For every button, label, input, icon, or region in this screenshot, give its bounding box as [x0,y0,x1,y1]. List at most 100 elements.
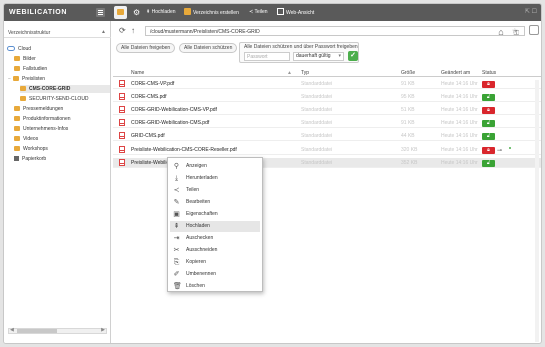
window-controls-icon[interactable]: ⇱ ☐ [525,8,537,15]
pdf-icon [119,132,125,139]
tree-header: Verzeichnisstruktur ▲ [4,27,111,38]
tree-item-workshops[interactable]: Workshops [14,145,48,153]
bookmark-button[interactable] [114,6,127,19]
col-date[interactable]: Geändert am [441,70,470,76]
tree-item-produktinformationen[interactable]: Produktinformationen [14,115,71,123]
lock-closed-icon[interactable]: 🔒︎ [482,107,495,114]
path-field[interactable]: /cloud/mustermann/Preislisten/CMS-CORE-G… [145,26,525,36]
lock-open-icon[interactable]: 🔓︎ [482,133,495,140]
confirm-check-button[interactable]: ✓ [348,51,358,61]
sidebar-scrollbar[interactable]: ◀ ▶ [8,327,107,334]
trash-icon: 🗑︎ [173,283,182,290]
menu-item-bearbeiten[interactable]: ✎ Bearbeiten [170,197,260,208]
tree-item-unternehmens-infos[interactable]: Unternehmens-Infos [14,125,68,133]
pdf-icon [119,119,125,126]
main-scrollbar[interactable] [535,80,539,342]
lock-open-icon[interactable]: 🔓︎ [482,160,495,167]
table-header: Name ▲ Typ Größe Geändert am Status [113,68,541,77]
address-actions: ⌂ ⚿ [494,25,539,39]
menu-item-ausschneiden[interactable]: ✂ Ausschneiden [170,245,260,256]
col-size[interactable]: Größe [401,70,415,76]
lock-closed-icon[interactable]: 🔒︎ [482,81,495,88]
share-button[interactable]: ≺ Teilen [249,8,268,17]
upload-icon: ⇞ [173,223,180,230]
menu-item-umbenennen[interactable]: ✐ Umbenennen [170,269,260,280]
folder-icon [14,126,20,131]
folder-icon [14,56,20,61]
toolbar: ⚙ ⇞ Hochladen Verzeichnis erstellen ≺ Te… [111,4,541,21]
folder-icon [14,136,20,141]
gear-icon: ⚙ [133,8,141,17]
status-dot-icon [509,147,511,149]
refresh-icon[interactable]: ⟳ [119,26,126,35]
lock-icon[interactable] [529,25,539,35]
table-row[interactable]: CORE-GRID-Webilication-CMS.pdf Standardd… [113,118,541,128]
download-icon: ⤓ [174,175,179,182]
password-share-panel: Alle Dateien schützen und über Passwort … [239,42,359,63]
address-bar: ⟳ ↑ /cloud/mustermann/Preislisten/CMS-CO… [111,23,541,39]
folder-icon [20,96,26,101]
scroll-right-icon[interactable]: ▶ [101,327,105,333]
menu-item-teilen[interactable]: ≺ Teilen [170,185,260,196]
scrollbar-thumb[interactable] [17,329,57,333]
menu-icon[interactable] [96,8,105,17]
trash-icon [14,156,19,161]
tree-item-bilder[interactable]: Bilder [14,55,36,63]
key-icon[interactable]: ⚿ [514,29,524,39]
pdf-icon [119,106,125,113]
menu-item-kopieren[interactable]: ⎘ Kopieren [170,257,260,268]
folder-icon [14,116,20,121]
sort-icon[interactable]: ▲ [287,70,292,76]
menu-item-anzeigen[interactable]: ⚲ Anzeigen [170,161,260,172]
home-icon[interactable]: ⌂ [498,27,508,37]
tree-item-papierkorb[interactable]: Papierkorb [14,155,46,163]
tree-item-fallstudien[interactable]: Fallstudien [14,65,47,73]
share-all-button[interactable]: Alle Dateien freigeben [116,43,176,53]
scroll-left-icon[interactable]: ◀ [10,327,14,333]
properties-icon: ▣ [173,211,180,218]
protect-all-button[interactable]: Alle Dateien schützen [179,43,238,53]
lock-open-icon[interactable]: 🔓︎ [482,94,495,101]
copy-icon: ⎘ [173,259,180,266]
path-text: /cloud/mustermann/Preislisten/CMS-CORE-G… [150,29,260,35]
upload-button[interactable]: ⇞ Hochladen [146,8,176,17]
menu-item-herunterladen[interactable]: ⤓ Herunterladen [170,173,260,184]
lock-closed-icon[interactable]: 🔒︎ [482,147,495,154]
menu-item-auschecken[interactable]: ⇥ Auschecken [170,233,260,244]
new-folder-button[interactable]: Verzeichnis erstellen [184,8,239,17]
settings-button[interactable]: ⚙ [133,8,140,17]
folder-icon [20,86,26,91]
web-view-button[interactable]: Web-Ansicht [277,8,314,17]
password-input[interactable] [244,52,290,61]
pdf-icon [119,80,125,87]
table-row[interactable]: GRID-CMS.pdf Standarddatei 44 KB Heute 1… [113,131,541,141]
folder-icon [14,66,20,71]
col-name[interactable]: Name [131,70,144,76]
brand-bar: Webilication [4,4,111,21]
tree-item-videos[interactable]: Videos [14,135,38,143]
folder-icon [14,146,20,151]
validity-select[interactable]: dauerhaft gültig ▾ [293,52,344,61]
tree-item-pressemeldungen[interactable]: Pressemeldungen [14,105,63,113]
magnifier-icon: ⚲ [173,163,180,170]
table-row[interactable]: CORE-CMS-VP.pdf Standarddatei 91 KB Heut… [113,79,541,89]
menu-item-eigenschaften[interactable]: ▣ Eigenschaften [170,209,260,220]
rename-icon: ✐ [173,271,180,278]
key-icon[interactable]: ⊸ [497,147,502,154]
tree-item-preislisten[interactable]: − Preislisten [8,75,45,83]
tree-item-cms-core-grid[interactable]: CMS-CORE-GRID [20,85,110,93]
collapse-icon[interactable]: ▲ [101,29,106,35]
col-status[interactable]: Status [482,70,496,76]
table-row[interactable]: Preisliste-Webilication-CMS-CORE-Reselle… [113,145,541,155]
col-type[interactable]: Typ [301,70,309,76]
app-window: Webilication Verzeichnisstruktur ▲ Cloud… [3,3,542,344]
tree-item-cloud[interactable]: Cloud [7,45,31,53]
table-row[interactable]: CORE-GRID-Webilication-CMS-VP.pdf Standa… [113,105,541,115]
tree-item-security-send-cloud[interactable]: SECURITY-SEND-CLOUD [20,95,89,103]
share-icon: ≺ [249,9,254,15]
up-arrow-icon[interactable]: ↑ [131,26,135,35]
lock-open-icon[interactable]: 🔓︎ [482,120,495,127]
menu-item-hochladen[interactable]: ⇞ Hochladen [170,221,260,232]
table-row[interactable]: CORE-CMS.pdf Standarddatei 95 KB Heute 1… [113,92,541,102]
menu-item-loeschen[interactable]: 🗑︎ Löschen [170,281,260,292]
